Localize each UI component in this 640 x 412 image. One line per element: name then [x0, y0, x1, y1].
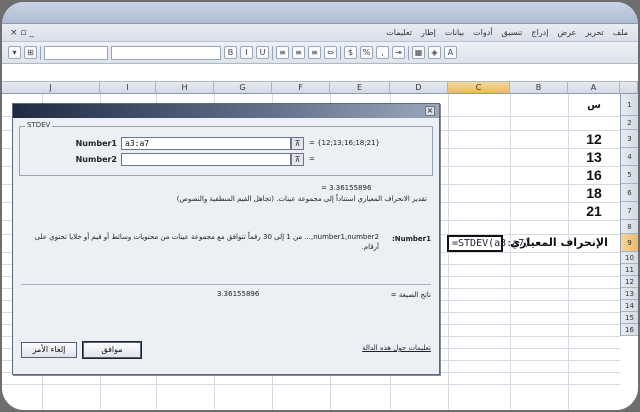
toolbar-options-icon[interactable]: ▾	[8, 46, 21, 59]
function-description: تقدير الانحراف المعياري استناداً إلى مجم…	[176, 195, 427, 203]
align-left-icon[interactable]: ≡	[308, 46, 321, 59]
font-color-icon[interactable]: A	[444, 46, 457, 59]
row-header-11[interactable]: 11	[620, 264, 638, 276]
borders-icon[interactable]: ▦	[412, 46, 425, 59]
formatting-toolbar: ▾ ⊞ B I U ≡ ≡ ≡ ⇔ $ % , ⇥ ▦ ◈ A	[2, 42, 638, 64]
argument-label: Number1:	[391, 235, 431, 243]
row-header-10[interactable]: 10	[620, 252, 638, 264]
cell-a3[interactable]: 12	[568, 130, 620, 148]
menu-help[interactable]: تعليمات	[386, 28, 412, 37]
align-center-icon[interactable]: ≡	[292, 46, 305, 59]
cancel-button[interactable]: إلغاء الأمر	[21, 342, 77, 358]
col-header-i[interactable]: I	[100, 82, 156, 94]
cell-a4[interactable]: 13	[568, 148, 620, 166]
title-bar	[2, 2, 638, 24]
row-header-2[interactable]: 2	[620, 116, 638, 130]
argument-help: number1,number2,... من 1 إلى 30 رقماً تت…	[34, 233, 379, 251]
toolbar-separator	[272, 45, 273, 60]
cell-a1[interactable]: س	[568, 96, 620, 116]
font-size-select[interactable]	[44, 45, 108, 60]
number1-input[interactable]: a3:a7	[121, 137, 291, 150]
italic-icon[interactable]: I	[240, 46, 253, 59]
row-header-14[interactable]: 14	[620, 300, 638, 312]
help-link[interactable]: تعليمات حول هذه الدالة	[333, 344, 431, 352]
menu-file[interactable]: ملف	[613, 28, 628, 37]
row-header-16[interactable]: 16	[620, 324, 638, 336]
bold-icon[interactable]: B	[224, 46, 237, 59]
row-header-13[interactable]: 13	[620, 288, 638, 300]
toolbar-separator	[40, 45, 41, 60]
select-all-corner[interactable]	[620, 82, 638, 94]
window-controls[interactable]: _ ▫ ×	[10, 28, 34, 38]
row-header-6[interactable]: 6	[620, 184, 638, 202]
row-header-8[interactable]: 8	[620, 220, 638, 234]
underline-icon[interactable]: U	[256, 46, 269, 59]
close-icon[interactable]: ×	[425, 106, 435, 116]
gridline	[2, 384, 620, 385]
result-value: 3.36155896	[217, 290, 260, 298]
number2-input[interactable]	[121, 153, 291, 166]
arguments-groupbox	[19, 126, 433, 176]
formula-result-preview: = 3.36155896	[321, 184, 372, 192]
toolbar-separator	[408, 45, 409, 60]
row-header-5[interactable]: 5	[620, 166, 638, 184]
row-header-15[interactable]: 15	[620, 312, 638, 324]
number1-result: = {12;13;16;18;21}	[309, 139, 380, 147]
merge-center-icon[interactable]: ⇔	[324, 46, 337, 59]
percent-icon[interactable]: %	[360, 46, 373, 59]
ok-button[interactable]: موافق	[83, 342, 141, 358]
cell-a5[interactable]: 16	[568, 166, 620, 184]
row-header-4[interactable]: 4	[620, 148, 638, 166]
font-name-select[interactable]	[111, 45, 221, 60]
col-header-a[interactable]: A	[568, 82, 620, 94]
decimal-icon[interactable]: ,	[376, 46, 389, 59]
col-header-f[interactable]: F	[272, 82, 330, 94]
function-arguments-dialog: × STDEV Number1 a3:a7 ⊼ = {12;13;16;18;2…	[12, 103, 440, 375]
row-header-9[interactable]: 9	[620, 234, 638, 252]
formula-bar[interactable]	[2, 64, 638, 82]
dialog-title-bar[interactable]: ×	[13, 104, 439, 118]
toolbar-separator	[340, 45, 341, 60]
col-header-e[interactable]: E	[330, 82, 390, 94]
col-header-h[interactable]: H	[156, 82, 214, 94]
menu-format[interactable]: تنسيق	[502, 28, 523, 37]
zoom-icon[interactable]: ⊞	[24, 46, 37, 59]
menu-window[interactable]: إطار	[421, 28, 436, 37]
col-header-d[interactable]: D	[390, 82, 448, 94]
cell-a6[interactable]: 18	[568, 184, 620, 202]
col-header-g[interactable]: G	[214, 82, 272, 94]
excel-window: ملف تحرير عرض إدراج تنسيق أدوات بيانات إ…	[2, 2, 638, 410]
col-header-c[interactable]: C	[448, 82, 510, 94]
number2-label: Number2	[75, 155, 117, 164]
menu-view[interactable]: عرض	[557, 28, 576, 37]
number1-label: Number1	[75, 139, 117, 148]
row-header-12[interactable]: 12	[620, 276, 638, 288]
number1-collapse-icon[interactable]: ⊼	[291, 137, 304, 150]
currency-icon[interactable]: $	[344, 46, 357, 59]
number2-collapse-icon[interactable]: ⊼	[291, 153, 304, 166]
function-name: STDEV	[25, 121, 53, 129]
menu-data[interactable]: بيانات	[445, 28, 464, 37]
dialog-divider	[21, 284, 431, 285]
cell-a7[interactable]: 21	[568, 202, 620, 220]
fill-color-icon[interactable]: ◈	[428, 46, 441, 59]
active-cell-c9[interactable]: =STDEV(a3:a7)	[447, 235, 530, 252]
col-header-b[interactable]: B	[510, 82, 568, 94]
row-header-1[interactable]: 1	[620, 94, 638, 116]
row-header-7[interactable]: 7	[620, 202, 638, 220]
menu-edit[interactable]: تحرير	[585, 28, 603, 37]
menu-insert[interactable]: إدراج	[531, 28, 548, 37]
menu-tools[interactable]: أدوات	[473, 28, 492, 37]
col-header-j[interactable]: J	[2, 82, 100, 94]
menu-bar: ملف تحرير عرض إدراج تنسيق أدوات بيانات إ…	[2, 24, 638, 42]
number2-result: =	[309, 155, 315, 163]
indent-icon[interactable]: ⇥	[392, 46, 405, 59]
row-header-3[interactable]: 3	[620, 130, 638, 148]
result-label: ناتج الصيغة =	[390, 291, 431, 299]
align-right-icon[interactable]: ≡	[276, 46, 289, 59]
